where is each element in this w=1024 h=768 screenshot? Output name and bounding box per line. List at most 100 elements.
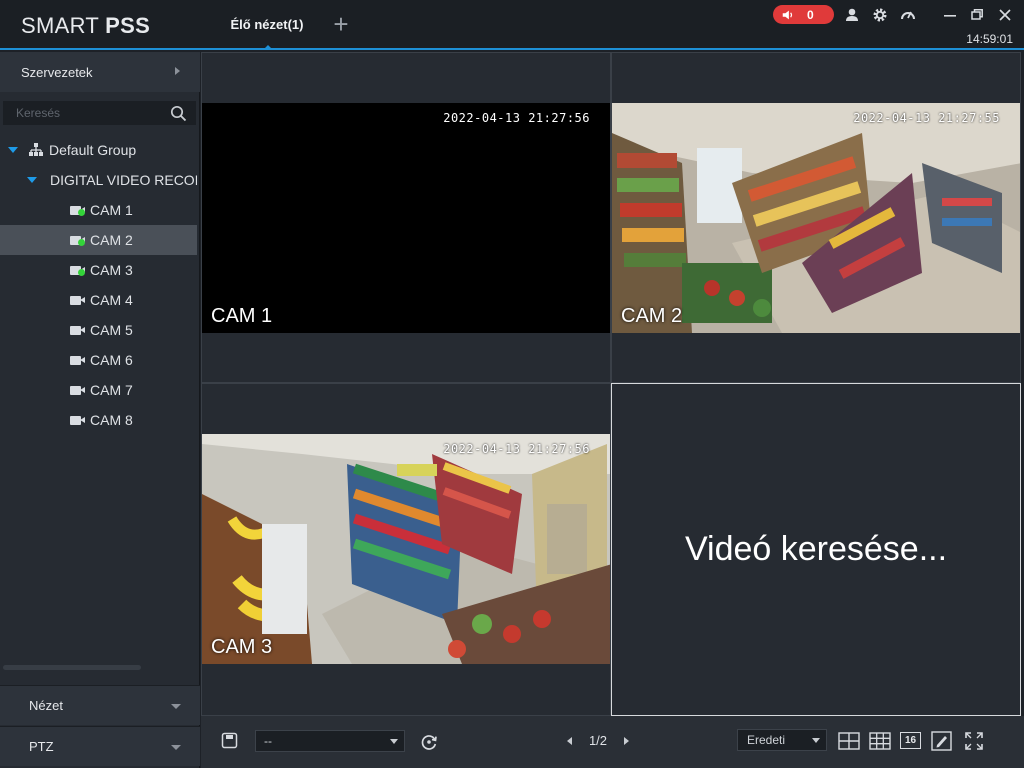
tree-node-cam-7[interactable]: CAM 7 [0,375,197,405]
aspect-ratio-value: Eredeti [747,733,786,747]
camera-icon [70,295,86,305]
minimize-icon[interactable] [941,6,959,24]
camera-icon [70,415,86,425]
video-grid: 2022-04-13 21:27:56 CAM 1 2022-04-13 21:… [201,52,1024,716]
video-frame: 2022-04-13 21:27:55 CAM 2 [612,103,1020,333]
alarm-count: 0 [807,7,814,22]
device-label: DIGITAL VIDEO RECORDER [50,172,197,188]
video-timestamp: 2022-04-13 21:27:55 [853,111,1000,125]
video-tile-1[interactable]: 2022-04-13 21:27:56 CAM 1 [201,52,611,383]
tree-node-cam-4[interactable]: CAM 4 [0,285,197,315]
view-preset-select[interactable]: -- [255,730,405,752]
tree-node-default-group[interactable]: Default Group [0,135,197,165]
expand-caret-icon[interactable] [27,177,37,183]
video-searching-message: Videó keresése... [684,530,948,568]
camera-label: CAM 6 [90,352,133,368]
video-camera-label: CAM 1 [211,305,273,327]
search-icon[interactable] [170,105,187,122]
video-tile-2[interactable]: 2022-04-13 21:27:55 CAM 2 [611,52,1021,383]
gear-icon[interactable] [871,6,889,24]
video-timestamp: 2022-04-13 21:27:56 [443,442,590,456]
chevron-right-icon [175,67,180,75]
page-navigator: 1/2 [563,731,633,751]
page-indicator: 1/2 [588,733,608,748]
tree-node-cam-1[interactable]: CAM 1 [0,195,197,225]
alarm-button[interactable]: 0 [773,5,834,24]
organizations-header[interactable]: Szervezetek [0,52,200,92]
layout-4-icon[interactable] [838,732,860,750]
camera-label: CAM 5 [90,322,133,338]
ptz-panel-header[interactable]: PTZ [0,726,200,766]
tab-active-indicator [263,45,273,50]
close-icon[interactable] [996,6,1014,24]
online-status-dot [78,238,85,246]
device-tree: Default Group DIGITAL VIDEO RECORDER CAM… [0,135,197,435]
expand-caret-icon[interactable] [8,147,18,153]
sidebar-scrollbar[interactable] [3,665,141,670]
tree-node-cam-5[interactable]: CAM 5 [0,315,197,345]
organizations-label: Szervezetek [21,64,93,80]
device-search [3,101,196,125]
camera-icon [70,385,86,395]
chevron-down-icon [171,745,181,750]
view-panel-header[interactable]: Nézet [0,685,200,725]
device-sidebar: Szervezetek Default Group [0,52,200,768]
add-tab-button[interactable]: + [330,11,352,37]
refresh-icon[interactable] [419,732,439,752]
next-page-icon[interactable] [624,737,629,745]
video-tile-4[interactable]: Videó keresése... [611,383,1021,716]
camera-icon [70,235,86,246]
camera-icon [70,325,86,335]
online-status-dot [78,268,85,276]
restore-window-icon[interactable] [968,6,986,24]
logo-pss: PSS [105,13,151,38]
org-tree-icon [29,143,43,156]
search-input[interactable] [4,102,164,124]
store-camera-image [612,103,1020,333]
title-bar: SMART PSS Élő nézet(1) + 0 14:59:01 [0,0,1024,50]
layout-16-button[interactable]: 16 [900,732,921,749]
live-view-toolbar: -- 1/2 Eredeti 16 [201,716,1024,768]
previous-page-icon[interactable] [567,737,572,745]
view-label: Nézet [29,698,63,713]
camera-label: CAM 7 [90,382,133,398]
app-logo: SMART PSS [21,13,150,39]
camera-icon [70,205,86,216]
video-camera-label: CAM 2 [621,305,683,327]
tree-node-dvr[interactable]: DIGITAL VIDEO RECORDER [0,165,197,195]
speaker-icon [782,10,793,19]
aspect-ratio-select[interactable]: Eredeti [737,729,827,751]
camera-label: CAM 4 [90,292,133,308]
tree-node-cam-3[interactable]: CAM 3 [0,255,197,285]
chevron-down-icon [812,738,820,743]
layout-9-icon[interactable] [869,732,891,750]
camera-icon [70,355,86,365]
fullscreen-icon[interactable] [964,731,984,751]
logo-smart: SMART [21,13,99,38]
camera-label: CAM 8 [90,412,133,428]
custom-layout-edit-icon[interactable] [931,731,953,751]
tab-live-view[interactable]: Élő nézet(1) [212,0,322,50]
tree-node-cam-2[interactable]: CAM 2 [0,225,197,255]
video-camera-label: CAM 3 [211,636,273,658]
camera-label: CAM 2 [90,232,133,248]
camera-icon [70,265,86,276]
performance-gauge-icon[interactable] [899,6,917,24]
tree-node-cam-8[interactable]: CAM 8 [0,405,197,435]
group-label: Default Group [49,142,137,158]
tab-live-view-label: Élő nézet(1) [230,16,304,32]
video-frame: 2022-04-13 21:27:56 CAM 3 [202,434,610,664]
save-view-icon[interactable] [221,732,238,749]
chevron-down-icon [390,739,398,744]
video-frame: 2022-04-13 21:27:56 CAM 1 [202,103,610,333]
video-timestamp: 2022-04-13 21:27:56 [443,111,590,125]
ptz-label: PTZ [29,739,54,754]
online-status-dot [78,208,85,216]
system-clock: 14:59:01 [966,32,1013,46]
user-icon[interactable] [843,6,861,24]
video-tile-3[interactable]: 2022-04-13 21:27:56 CAM 3 [201,383,611,716]
store-camera-image [202,434,610,664]
camera-label: CAM 1 [90,202,133,218]
chevron-down-icon [171,704,181,709]
tree-node-cam-6[interactable]: CAM 6 [0,345,197,375]
